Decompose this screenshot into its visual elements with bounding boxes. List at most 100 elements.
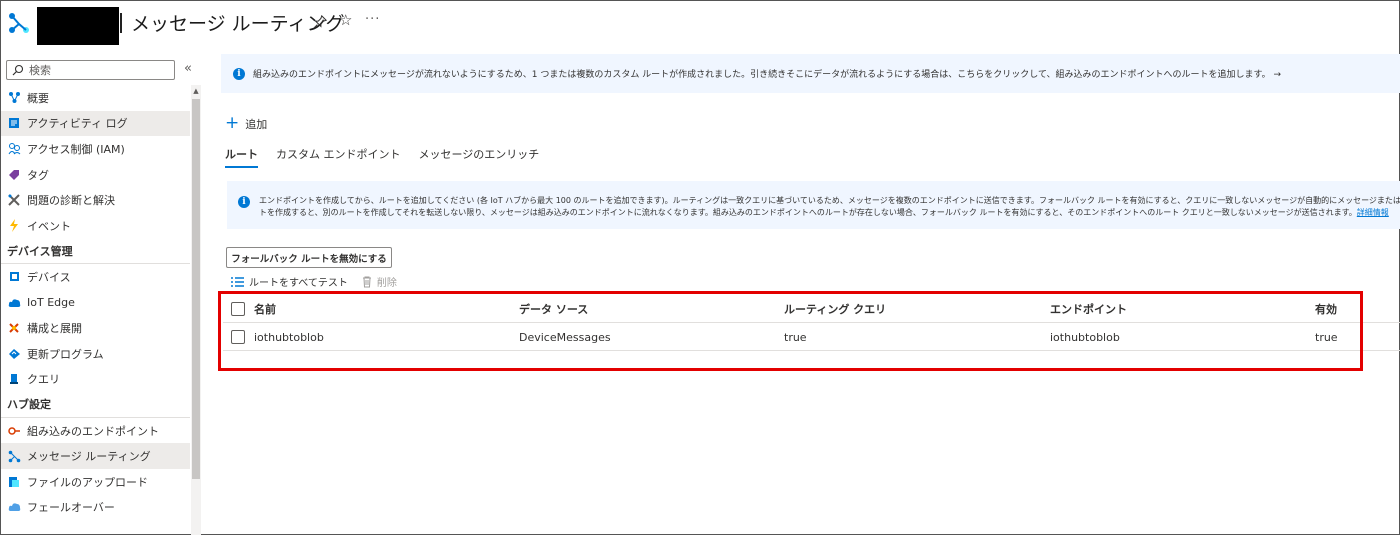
disable-fallback-route-button[interactable]: フォールバック ルートを無効にする (226, 247, 392, 268)
table-row[interactable]: iothubtoblob DeviceMessages true iothubt… (223, 323, 1400, 351)
sidebar-item-label: メッセージ ルーティング (27, 450, 151, 464)
plus-icon: + (225, 113, 240, 133)
redacted-resource-name (37, 7, 119, 45)
sidebar-item-label: 組み込みのエンドポイント (27, 424, 159, 438)
sidebar-item-query[interactable]: クエリ (1, 367, 190, 393)
sidebar-item-label: 構成と展開 (27, 322, 82, 336)
tag-icon (7, 168, 21, 182)
info-icon: i (233, 67, 245, 80)
tab-custom-endpoints[interactable]: カスタム エンドポイント (276, 146, 401, 168)
add-route-button[interactable]: + 追加 (225, 115, 267, 132)
info-icon: i (238, 196, 250, 208)
iam-icon (7, 142, 21, 156)
sidebar-nav: 概要 アクティビティ ログ アクセス制御 (IAM) タグ 問題の診断と解決 イ… (1, 85, 190, 520)
sidebar-item-label: イベント (27, 219, 71, 233)
route-toolbar: ルートをすべてテスト 削除 (231, 274, 411, 289)
resource-menu-sidebar: 検索 « ▲ 概要 アクティビティ ログ アクセス制御 (IAM) タグ 問題の… (1, 53, 203, 535)
sidebar-item-failover[interactable]: フェールオーバー (1, 495, 190, 521)
test-all-label: ルートをすべてテスト (249, 278, 348, 289)
info-line-1: エンドポイントを作成してから、ルートを追加してください (各 IoT ハブから最… (259, 196, 1400, 205)
sidebar-item-configuration[interactable]: 構成と展開 (1, 315, 190, 341)
routing-icon (7, 449, 21, 463)
custom-route-warning-banner[interactable]: i 組み込みのエンドポイントにメッセージが流れないようにするため、1 つまたは複… (221, 54, 1400, 93)
row-checkbox[interactable] (231, 330, 245, 344)
iot-edge-icon (7, 296, 21, 310)
more-options-icon[interactable]: ··· (365, 12, 380, 27)
sidebar-scrollbar[interactable]: ▲ (191, 85, 201, 535)
failover-icon (7, 500, 21, 514)
endpoint-icon (7, 424, 21, 438)
table-header-row: 名前 データ ソース ルーティング クエリ エンドポイント 有効 (223, 295, 1400, 323)
diagnose-icon (7, 193, 21, 207)
column-header-enabled[interactable]: 有効 (1315, 295, 1337, 323)
sidebar-item-label: 更新プログラム (27, 347, 104, 361)
update-icon (7, 347, 21, 361)
device-icon (7, 270, 21, 284)
title-separator (120, 13, 122, 33)
sidebar-item-overview[interactable]: 概要 (1, 85, 190, 111)
info-text: エンドポイントを作成してから、ルートを追加してください (各 IoT ハブから最… (259, 195, 1400, 219)
sidebar-item-tags[interactable]: タグ (1, 162, 190, 188)
sidebar-item-label: 概要 (27, 91, 49, 105)
activity-log-icon (7, 116, 21, 130)
scroll-up-icon[interactable]: ▲ (191, 87, 201, 95)
configuration-icon (7, 321, 21, 335)
sidebar-search-input[interactable]: 検索 (6, 60, 175, 80)
sidebar-item-devices[interactable]: デバイス (1, 264, 190, 290)
overview-icon (7, 91, 21, 105)
scrollbar-thumb[interactable] (192, 99, 200, 479)
routing-info-banner: i エンドポイントを作成してから、ルートを追加してください (各 IoT ハブか… (227, 181, 1400, 229)
tab-routes[interactable]: ルート (225, 146, 258, 168)
routes-table: 名前 データ ソース ルーティング クエリ エンドポイント 有効 iothubt… (223, 295, 1400, 351)
favorite-star-icon[interactable]: ☆ (339, 11, 352, 29)
sidebar-item-label: 問題の診断と解決 (27, 194, 115, 208)
add-label: 追加 (245, 117, 268, 131)
sidebar-item-activity-log[interactable]: アクティビティ ログ (1, 110, 190, 137)
test-list-icon (231, 276, 244, 287)
sidebar-item-label: アクティビティ ログ (27, 117, 128, 131)
page-header: メッセージ ルーティング ☆ ··· (1, 1, 1400, 45)
search-placeholder: 検索 (29, 64, 51, 77)
sidebar-item-events[interactable]: イベント (1, 213, 190, 239)
sidebar-item-label: ファイルのアップロード (27, 475, 148, 489)
sidebar-item-label: デバイス (27, 270, 71, 284)
sidebar-item-label: フェールオーバー (27, 501, 115, 515)
delete-route-button[interactable]: 削除 (362, 274, 397, 289)
pin-icon[interactable] (313, 15, 327, 29)
sidebar-item-diagnose[interactable]: 問題の診断と解決 (1, 187, 190, 213)
test-all-routes-button[interactable]: ルートをすべてテスト (231, 274, 348, 289)
select-all-checkbox[interactable] (231, 302, 245, 316)
cell-name[interactable]: iothubtoblob (254, 323, 324, 351)
sidebar-item-updates[interactable]: 更新プログラム (1, 341, 190, 367)
routing-tabs: ルート カスタム エンドポイント メッセージのエンリッチ (225, 146, 557, 168)
section-header-device-management: デバイス管理 (1, 239, 190, 265)
cell-endpoint: iothubtoblob (1050, 330, 1120, 344)
info-line-2: トを作成すると、別のルートを作成してそれを転送しない限り、メッセージは組み込みの… (259, 208, 1357, 217)
delete-label: 削除 (376, 278, 397, 289)
sidebar-item-iot-edge[interactable]: IoT Edge (1, 290, 190, 316)
column-header-name[interactable]: 名前 (254, 295, 276, 323)
learn-more-link[interactable]: 詳細情報 (1357, 208, 1389, 217)
banner-message: 組み込みのエンドポイントにメッセージが流れないようにするため、1 つまたは複数の… (253, 70, 1282, 80)
sidebar-item-iam[interactable]: アクセス制御 (IAM) (1, 136, 190, 162)
section-header-hub-settings: ハブ設定 (1, 392, 190, 418)
tab-message-enrichment[interactable]: メッセージのエンリッチ (419, 146, 540, 168)
delete-icon (362, 276, 371, 287)
sidebar-item-message-routing[interactable]: メッセージ ルーティング (1, 443, 190, 469)
sidebar-item-label: IoT Edge (27, 296, 75, 310)
column-header-routing-query[interactable]: ルーティング クエリ (784, 295, 886, 323)
sidebar-item-file-upload[interactable]: ファイルのアップロード (1, 469, 190, 495)
sidebar-item-builtin-endpoints[interactable]: 組み込みのエンドポイント (1, 418, 190, 444)
sidebar-item-label: クエリ (27, 373, 60, 387)
column-header-data-source[interactable]: データ ソース (519, 295, 588, 323)
sidebar-item-label: アクセス制御 (IAM) (27, 142, 125, 156)
column-header-endpoint[interactable]: エンドポイント (1050, 295, 1127, 323)
cell-enabled: true (1315, 330, 1338, 344)
event-icon (7, 219, 21, 233)
cell-routing-query: true (784, 330, 807, 344)
cell-data-source: DeviceMessages (519, 330, 611, 344)
search-icon (12, 64, 24, 76)
collapse-sidebar-icon[interactable]: « (184, 61, 192, 76)
file-upload-icon (7, 475, 21, 489)
query-icon (7, 372, 21, 386)
